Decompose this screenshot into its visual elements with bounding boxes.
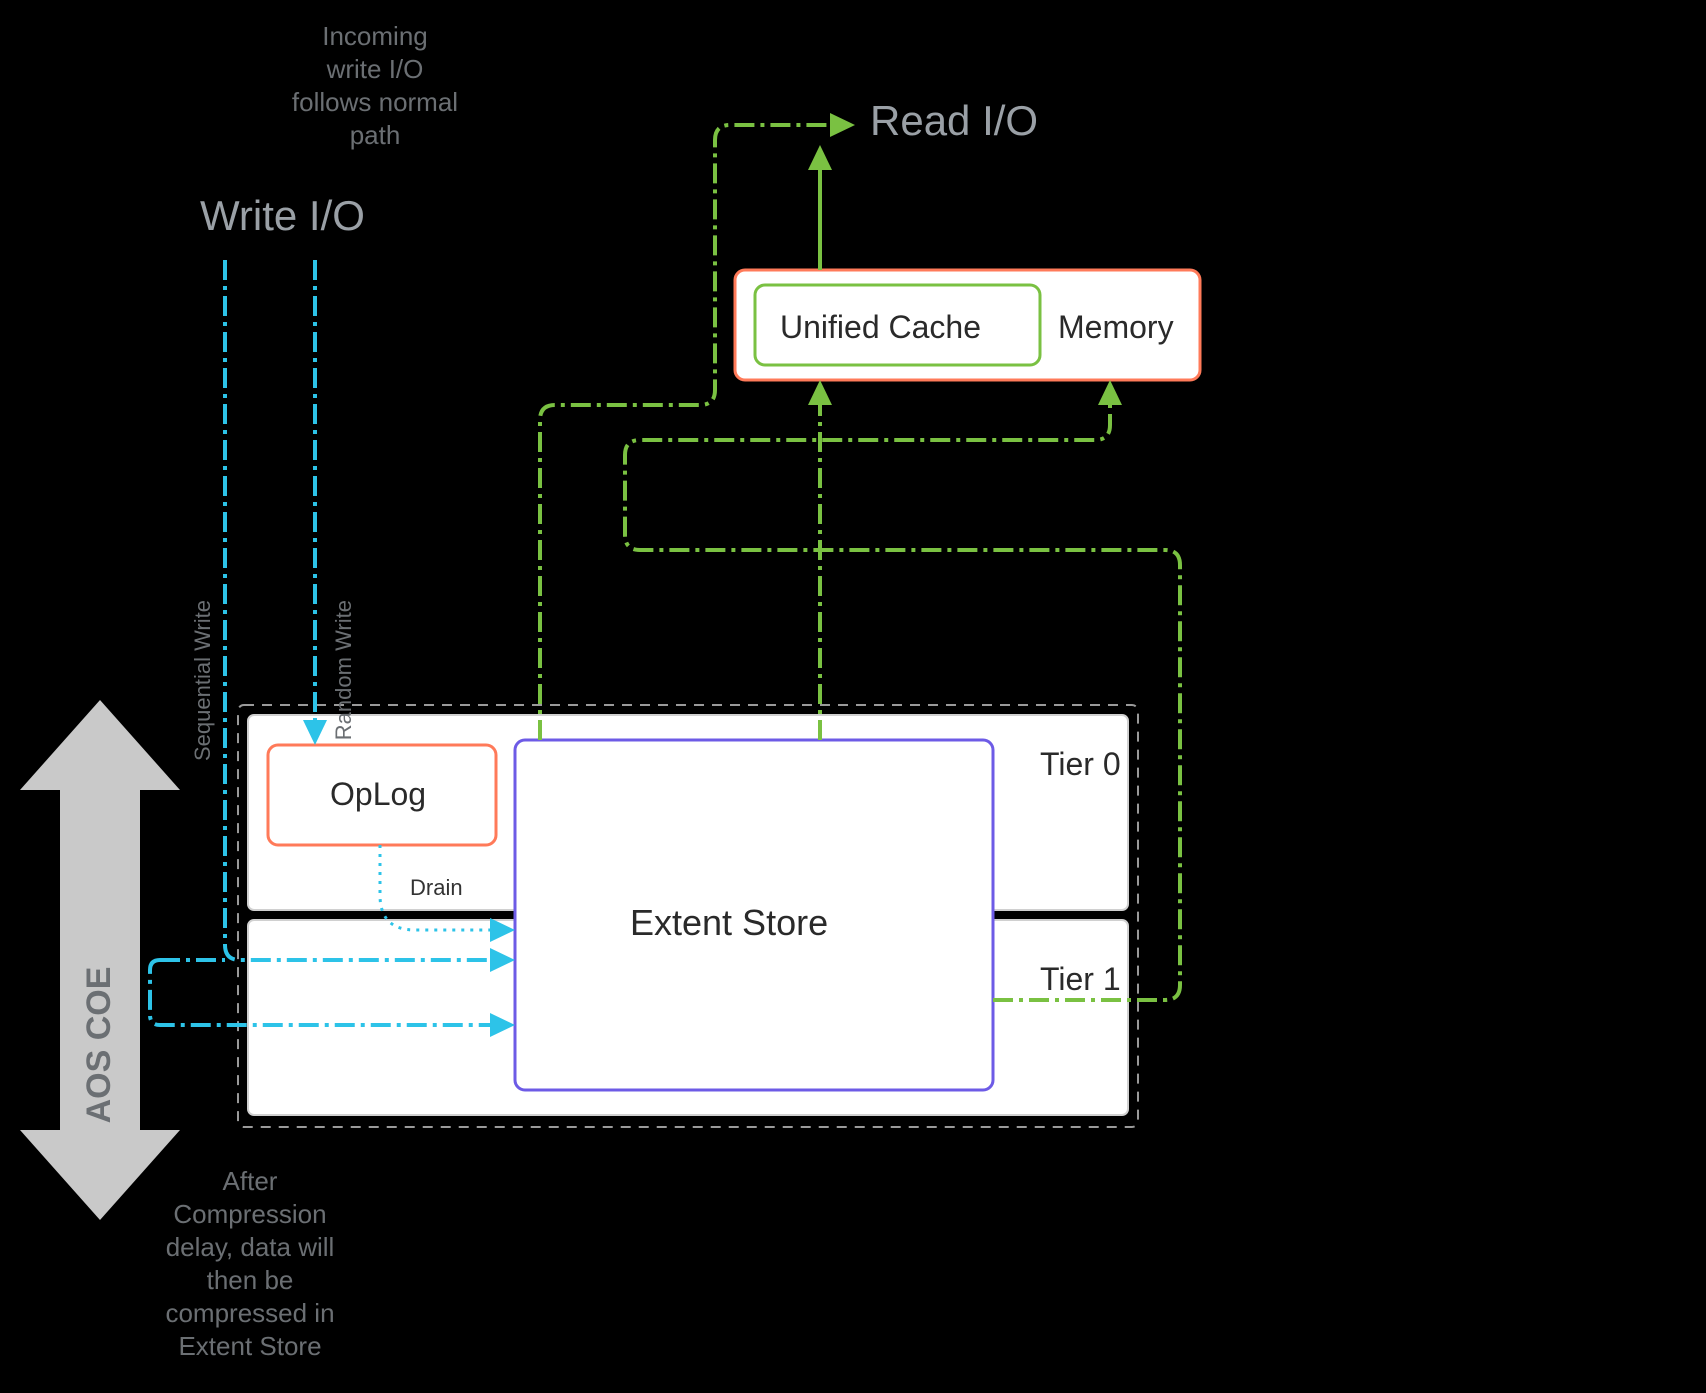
svg-text:Extent Store: Extent Store [178,1331,321,1361]
sequential-write-label: Sequential Write [190,600,215,761]
cache-to-readio-arrow-icon [808,145,832,170]
right-read-loop-arrow-icon [1098,380,1122,405]
svg-text:Compression: Compression [173,1199,326,1229]
svg-text:delay, data will: delay, data will [166,1232,335,1262]
write-io-title: Write I/O [200,192,365,239]
unified-cache-label: Unified Cache [780,309,981,345]
svg-text:After: After [223,1166,278,1196]
svg-text:path: path [350,120,401,150]
svg-text:compressed in: compressed in [165,1298,334,1328]
left-read-loop [540,125,840,740]
svg-text:follows normal: follows normal [292,87,458,117]
svg-text:Incoming: Incoming [322,21,428,51]
after-note: After Compression delay, data will then … [165,1166,334,1361]
memory-label: Memory [1058,309,1174,345]
read-up-cache-arrow-icon [808,380,832,405]
incoming-note: Incoming write I/O follows normal path [292,21,458,150]
oplog-label: OpLog [330,776,426,812]
diagram-canvas: AOS COE Incoming write I/O follows norma… [0,0,1706,1393]
svg-text:write I/O: write I/O [326,54,424,84]
tier0-label: Tier 0 [1040,746,1121,782]
tier1-label: Tier 1 [1040,961,1121,997]
aos-coe-label: AOS COE [80,967,118,1124]
extent-store-label: Extent Store [630,902,828,943]
read-io-title: Read I/O [870,97,1038,144]
drain-label: Drain [410,875,463,900]
random-write-label: Random Write [331,600,356,740]
svg-text:then be: then be [207,1265,294,1295]
left-read-loop-arrow-icon [830,113,855,137]
